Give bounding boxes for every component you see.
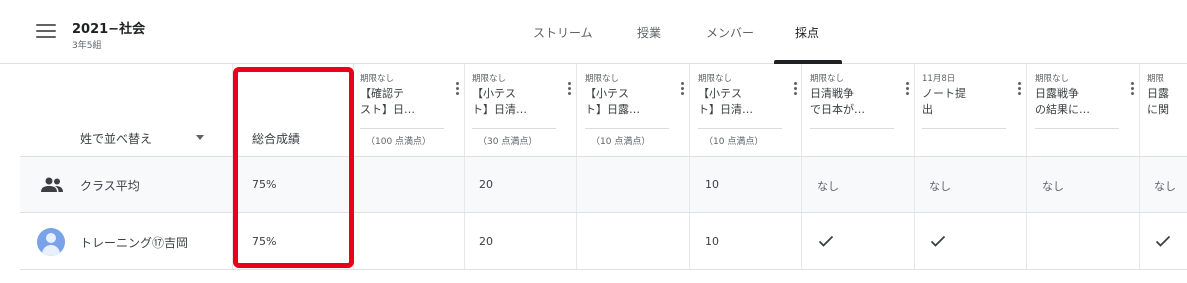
- student-name[interactable]: トレーニング⑰吉岡: [80, 234, 188, 251]
- more-vert-icon[interactable]: [456, 82, 460, 96]
- assignment-header[interactable]: 11月8日 ノート提 出: [922, 72, 1034, 152]
- grade-cell: なし: [929, 180, 951, 193]
- header-underline: [810, 128, 894, 129]
- assignment-points: （10 点満点）: [591, 137, 651, 147]
- grade-cell: なし: [1154, 180, 1176, 193]
- assignment-points: （10 点満点）: [704, 137, 764, 147]
- check-icon[interactable]: [930, 235, 946, 247]
- more-vert-icon[interactable]: [1131, 82, 1135, 96]
- header-underline: [922, 128, 1006, 129]
- assignment-title: 日露戦争 の結果に…: [1035, 87, 1090, 116]
- assignment-title: ノート提 出: [922, 87, 966, 116]
- grade-cell: 10: [705, 178, 719, 191]
- header-underline: [1035, 128, 1119, 129]
- class-average-label: クラス平均: [80, 179, 140, 193]
- grade-cell: なし: [1042, 180, 1064, 193]
- sort-by-last-name[interactable]: 姓で並べ替え: [80, 130, 152, 147]
- assignment-title: 【小テス ト】日露…: [585, 87, 640, 116]
- assignment-header[interactable]: 期限なし 【小テス ト】日清… （10 点満点）: [698, 72, 810, 152]
- header-underline: [698, 128, 782, 129]
- more-vert-icon[interactable]: [906, 82, 910, 96]
- header-underline: [585, 128, 669, 129]
- assignment-points: （100 点満点）: [366, 137, 432, 147]
- assignment-header[interactable]: 期限なし 【小テス ト】日清… （30 点満点）: [472, 72, 584, 152]
- more-vert-icon[interactable]: [681, 82, 685, 96]
- student-avatar[interactable]: [37, 228, 65, 256]
- tab-classwork[interactable]: 授業: [637, 24, 661, 41]
- assignment-header[interactable]: 期限 日露 に関: [1147, 72, 1187, 152]
- more-vert-icon[interactable]: [794, 82, 798, 96]
- grade-cell[interactable]: 20: [479, 235, 493, 248]
- row-divider: [20, 269, 1187, 270]
- assignment-title: 【小テス ト】日清…: [472, 87, 527, 116]
- class-section: 3年5組: [72, 41, 102, 51]
- tab-stream[interactable]: ストリーム: [533, 24, 593, 41]
- class-title[interactable]: 2021−社会: [72, 18, 145, 37]
- tab-grades[interactable]: 採点: [795, 24, 819, 41]
- header-underline: [472, 128, 556, 129]
- assignment-header[interactable]: 期限なし 【小テス ト】日露… （10 点満点）: [585, 72, 697, 152]
- assignment-title: 日清戦争 で日本が…: [810, 87, 865, 116]
- gradebook-app: 2021−社会 3年5組 ストリーム 授業 メンバー 採点 姓で並べ替え 総合成…: [0, 0, 1187, 283]
- assignment-header[interactable]: 期限なし 【確認テ スト】日… （100 点満点）: [360, 72, 472, 152]
- grade-cell: なし: [817, 180, 839, 193]
- overall-grade-cell: 75%: [252, 235, 277, 248]
- assignment-title: 【確認テ スト】日…: [360, 87, 415, 116]
- assignment-title: 【小テス ト】日清…: [698, 87, 753, 116]
- menu-icon[interactable]: [36, 24, 56, 40]
- check-icon[interactable]: [818, 235, 834, 247]
- assignment-header[interactable]: 期限なし 日露戦争 の結果に…: [1035, 72, 1147, 152]
- assignment-header[interactable]: 期限なし 日清戦争 で日本が…: [810, 72, 922, 152]
- more-vert-icon[interactable]: [568, 82, 572, 96]
- header-underline: [360, 128, 444, 129]
- people-icon: [41, 177, 63, 192]
- class-average-row: [20, 156, 1187, 212]
- assignment-title: 日露 に関: [1147, 87, 1169, 116]
- check-icon[interactable]: [1155, 235, 1171, 247]
- more-vert-icon[interactable]: [1018, 82, 1022, 96]
- assignment-due: 期限: [1147, 74, 1165, 84]
- top-bar: 2021−社会 3年5組 ストリーム 授業 メンバー 採点: [0, 0, 1187, 64]
- row-divider: [20, 156, 1187, 157]
- overall-grade-cell: 75%: [252, 178, 277, 191]
- grade-cell: 20: [479, 178, 493, 191]
- overall-grade-header: 総合成績: [252, 132, 301, 146]
- assignment-points: （30 点満点）: [478, 137, 538, 147]
- row-divider: [20, 212, 1187, 213]
- tab-people[interactable]: メンバー: [706, 24, 754, 41]
- grades-table: 姓で並べ替え 総合成績 期限なし 【確認テ スト】日… （100 点満点） 期限…: [0, 64, 1187, 283]
- column-divider: [353, 64, 354, 270]
- column-divider: [232, 64, 233, 270]
- chevron-down-icon[interactable]: [196, 135, 204, 140]
- grade-cell[interactable]: 10: [705, 235, 719, 248]
